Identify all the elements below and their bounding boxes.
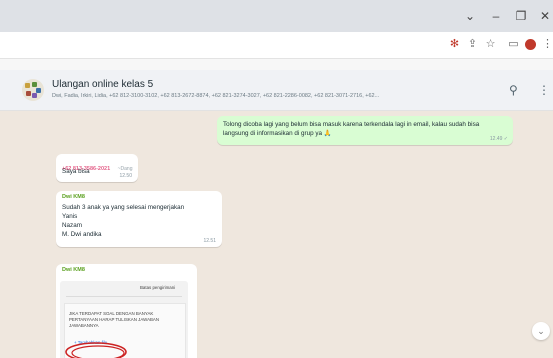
doc-header: Batas pengirimani: [140, 285, 176, 290]
chevron-down-icon[interactable]: ⌄: [463, 9, 477, 23]
red-circle-annotation: [65, 342, 127, 358]
star-icon[interactable]: ☆: [484, 38, 497, 51]
image-attachment[interactable]: Batas pengirimani JIKA TERDAPAT SOAL DEN…: [60, 281, 188, 358]
group-avatar[interactable]: [22, 79, 44, 101]
scroll-down-button[interactable]: ⌄: [532, 322, 550, 340]
page-top-strip: [0, 59, 553, 70]
chat-area[interactable]: Tolong dicoba lagi yang belum bisa masuk…: [0, 111, 553, 358]
sender-name: ~Dang: [117, 166, 133, 172]
message-line: Yanis: [62, 213, 78, 220]
menu-icon[interactable]: ⋮: [538, 83, 550, 97]
message-text: Saya bisa: [62, 168, 90, 175]
message-line: M. Dwi andika: [62, 231, 102, 238]
message-bubble-incoming[interactable]: Dwi KM8 Sudah 3 anak ya yang selesai men…: [56, 191, 222, 247]
sidebar-icon[interactable]: ▭: [507, 38, 520, 51]
doc-line: JAWABANNYA: [69, 323, 99, 328]
message-bubble-incoming[interactable]: +62 813-3586-2021 ~Dang Saya bisa 12.50: [56, 154, 138, 182]
browser-toolbar: ✻ ⇪ ☆ ▭ ⋮: [0, 32, 553, 59]
chat-participants: Dwi, Fadia, Irkiri, Lidia, +62 812-3100-…: [52, 93, 380, 99]
profile-avatar[interactable]: [525, 39, 536, 50]
sender-name[interactable]: Dwi KM8: [62, 194, 85, 200]
chat-header[interactable]: Ulangan online kelas 5 Dwi, Fadia, Irkir…: [0, 70, 553, 111]
divider: [66, 296, 182, 297]
message-line: Nazam: [62, 222, 82, 229]
maximize-button[interactable]: ❐: [514, 9, 528, 23]
minimize-button[interactable]: –: [489, 9, 503, 23]
message-time: 12.50: [119, 173, 132, 179]
menu-icon[interactable]: ⋮: [541, 38, 553, 51]
message-time: 12.51: [203, 238, 216, 244]
message-line: Sudah 3 anak ya yang selesai mengerjakan: [62, 204, 185, 211]
chat-title: Ulangan online kelas 5: [52, 79, 154, 90]
sender-name[interactable]: Dwi KM8: [62, 267, 85, 273]
close-button[interactable]: ✕: [538, 9, 552, 23]
message-bubble-outgoing[interactable]: Tolong dicoba lagi yang belum bisa masuk…: [217, 116, 513, 145]
browser-title-bar: ⌄ – ❐ ✕: [0, 0, 553, 32]
message-text: Tolong dicoba lagi yang belum bisa masuk…: [223, 121, 480, 137]
extension-icon[interactable]: ✻: [448, 38, 461, 51]
share-icon[interactable]: ⇪: [466, 38, 479, 51]
search-icon[interactable]: ⚲: [509, 83, 518, 97]
message-time: 12.49 ✓: [489, 136, 508, 142]
